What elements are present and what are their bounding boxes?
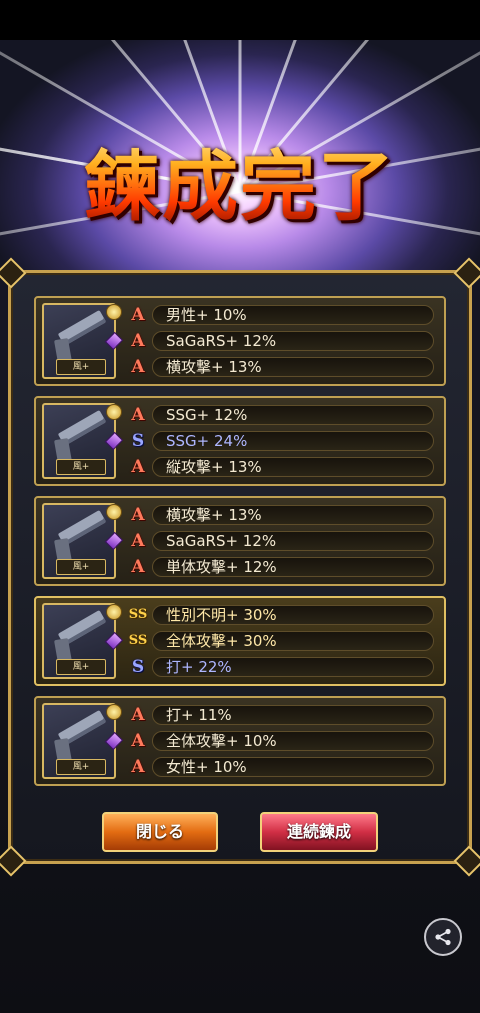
stat-text: SSG+ 12% (166, 406, 248, 424)
stat-text: 縦攻撃+ 13% (166, 458, 262, 476)
stat-text: SSG+ 24% (166, 432, 248, 450)
stat-row: A SaGaRS+ 12% (128, 531, 434, 551)
weapon-element-tag: 風+ (56, 459, 106, 475)
stat-row: A 全体攻撃+ 10% (128, 731, 434, 751)
stat-text: 横攻撃+ 13% (166, 358, 262, 376)
grade-s-icon: S (131, 431, 145, 451)
stat-row: A 横攻撃+ 13% (128, 357, 434, 377)
coin-icon (106, 304, 122, 320)
grade-a-icon: A (131, 557, 145, 577)
stat-text: 男性+ 10% (166, 306, 247, 324)
result-title: 鍊成完了 (0, 125, 480, 235)
stat-row: S 打+ 22% (128, 657, 434, 677)
stat-row: A 女性+ 10% (128, 757, 434, 777)
weapon-element-tag: 風+ (56, 559, 106, 575)
stat-text: 女性+ 10% (166, 758, 247, 776)
grade-a-icon: A (131, 457, 145, 477)
continuous-refine-button[interactable]: 連続鍊成 (260, 812, 378, 852)
grade-a-icon: A (131, 405, 145, 425)
stat-row: A 単体攻撃+ 12% (128, 557, 434, 577)
grade-a-icon: A (131, 357, 145, 377)
stat-text: 打+ 11% (166, 706, 232, 724)
share-icon (435, 928, 451, 946)
grade-a-icon: A (131, 305, 145, 325)
stat-row: SS 性別不明+ 30% (128, 605, 434, 625)
coin-icon (106, 704, 122, 720)
stat-text: 打+ 22% (166, 658, 232, 676)
grade-a-icon: A (131, 331, 145, 351)
result-card-5[interactable]: 風+ A 打+ 11% A 全体攻撃+ 10% A 女性+ 10% (34, 696, 446, 786)
grade-ss-icon: SS (128, 633, 148, 648)
stat-text: 横攻撃+ 13% (166, 506, 262, 524)
grade-ss-icon: SS (128, 607, 148, 622)
result-card-2[interactable]: 風+ A SSG+ 12% S SSG+ 24% A 縦攻撃+ 13% (34, 396, 446, 486)
stat-text: 単体攻撃+ 12% (166, 558, 277, 576)
grade-s-icon: S (131, 657, 145, 677)
stat-row: A SaGaRS+ 12% (128, 331, 434, 351)
status-bar (0, 0, 480, 40)
stat-text: 性別不明+ 30% (166, 606, 277, 624)
result-card-1[interactable]: 風+ A 男性+ 10% A SaGaRS+ 12% A 横攻撃+ 13% (34, 296, 446, 386)
coin-icon (106, 604, 122, 620)
grade-a-icon: A (131, 731, 145, 751)
close-button[interactable]: 閉じる (102, 812, 218, 852)
weapon-element-tag: 風+ (56, 359, 106, 375)
stat-row: A 横攻撃+ 13% (128, 505, 434, 525)
stat-text: 全体攻撃+ 30% (166, 632, 277, 650)
coin-icon (106, 404, 122, 420)
share-button[interactable] (424, 918, 462, 956)
coin-icon (106, 504, 122, 520)
stat-row: A 縦攻撃+ 13% (128, 457, 434, 477)
stat-text: SaGaRS+ 12% (166, 332, 277, 350)
result-card-3[interactable]: 風+ A 横攻撃+ 13% A SaGaRS+ 12% A 単体攻撃+ 12% (34, 496, 446, 586)
grade-a-icon: A (131, 531, 145, 551)
stat-row: SS 全体攻撃+ 30% (128, 631, 434, 651)
result-card-4[interactable]: 風+ SS 性別不明+ 30% SS 全体攻撃+ 30% S 打+ 22% (34, 596, 446, 686)
grade-a-icon: A (131, 505, 145, 525)
stat-row: A 男性+ 10% (128, 305, 434, 325)
grade-a-icon: A (131, 705, 145, 725)
grade-a-icon: A (131, 757, 145, 777)
stat-row: S SSG+ 24% (128, 431, 434, 451)
weapon-element-tag: 風+ (56, 659, 106, 675)
weapon-element-tag: 風+ (56, 759, 106, 775)
stat-text: 全体攻撃+ 10% (166, 732, 277, 750)
stat-row: A SSG+ 12% (128, 405, 434, 425)
stat-row: A 打+ 11% (128, 705, 434, 725)
stat-text: SaGaRS+ 12% (166, 532, 277, 550)
